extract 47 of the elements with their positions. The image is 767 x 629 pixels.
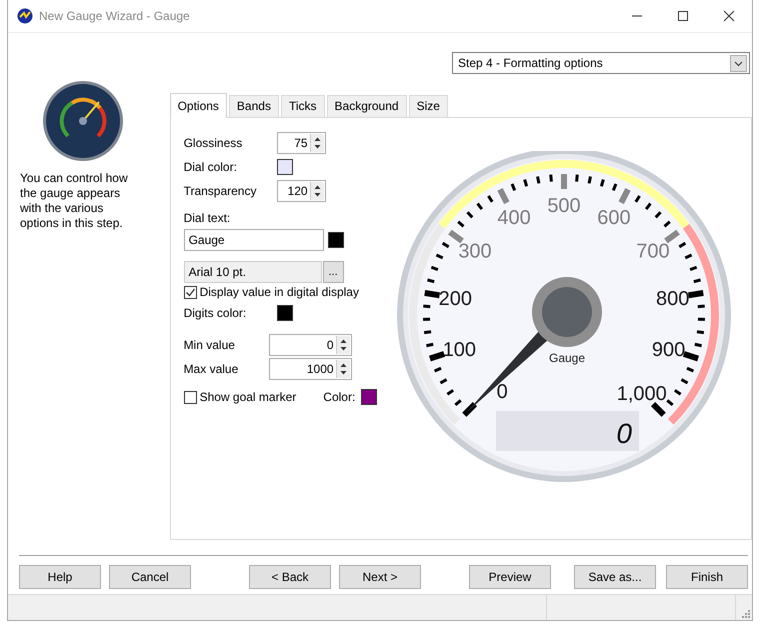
field-label: Transparency xyxy=(184,184,258,198)
field-label: Glossiness xyxy=(184,136,244,150)
digits-color-swatch[interactable] xyxy=(276,305,293,321)
tab[interactable]: Ticks xyxy=(280,95,325,117)
font-button[interactable]: ... xyxy=(322,261,344,283)
glossiness-spinner[interactable]: 75 xyxy=(276,132,326,154)
max-value-spinner[interactable]: 1000 xyxy=(268,358,352,380)
dial-color-swatch[interactable] xyxy=(276,159,293,175)
app-icon xyxy=(17,8,33,24)
font-field: Arial 10 pt. xyxy=(184,261,322,283)
spin-arrows-icon[interactable] xyxy=(336,336,350,354)
dialog-button[interactable]: Help xyxy=(19,565,101,589)
close-icon[interactable] xyxy=(723,10,735,22)
dialog-button[interactable]: Next > xyxy=(339,565,421,589)
resize-grip-icon[interactable] xyxy=(740,608,750,618)
tab[interactable]: Options xyxy=(170,93,227,118)
field-label: Min value xyxy=(184,338,236,352)
dial-text-field[interactable]: Gauge xyxy=(184,229,324,251)
spin-arrows-icon[interactable] xyxy=(310,182,324,200)
step-dropdown[interactable]: Step 4 - Formatting options xyxy=(452,52,750,74)
field-label: Digits color: xyxy=(184,306,248,320)
checkbox[interactable] xyxy=(184,390,197,404)
field-label: Color: xyxy=(323,390,356,404)
field-label: Max value xyxy=(184,362,240,376)
goal-color-swatch[interactable] xyxy=(361,389,378,405)
dial-text-color-swatch[interactable] xyxy=(328,232,344,248)
checkbox-label: Display value in digital display xyxy=(200,285,359,299)
gauge-icon xyxy=(42,80,124,162)
field-label: Dial text: xyxy=(184,211,232,225)
window-title: New Gauge Wizard - Gauge xyxy=(39,9,190,23)
tab[interactable]: Size xyxy=(408,95,448,117)
dialog-button[interactable]: < Back xyxy=(249,565,331,589)
spin-arrows-icon[interactable] xyxy=(336,360,350,378)
tab[interactable]: Bands xyxy=(228,95,279,117)
dialog-button[interactable]: Preview xyxy=(469,565,551,589)
dialog-button[interactable]: Save as... xyxy=(574,565,656,589)
dialog-button[interactable]: Cancel xyxy=(109,565,191,589)
checkbox-label: Show goal marker xyxy=(200,390,296,404)
dialog-button[interactable]: Finish xyxy=(666,565,748,589)
field-label: Dial color: xyxy=(184,160,238,174)
spin-arrows-icon[interactable] xyxy=(310,134,324,152)
min-value-spinner[interactable]: 0 xyxy=(268,334,352,356)
checkbox[interactable] xyxy=(184,286,197,298)
tab[interactable]: Background xyxy=(326,95,407,117)
transparency-spinner[interactable]: 120 xyxy=(276,180,326,202)
step-description: You can control how the gauge appears with the various options in this step. xyxy=(20,171,129,231)
maximize-icon[interactable] xyxy=(677,10,689,22)
